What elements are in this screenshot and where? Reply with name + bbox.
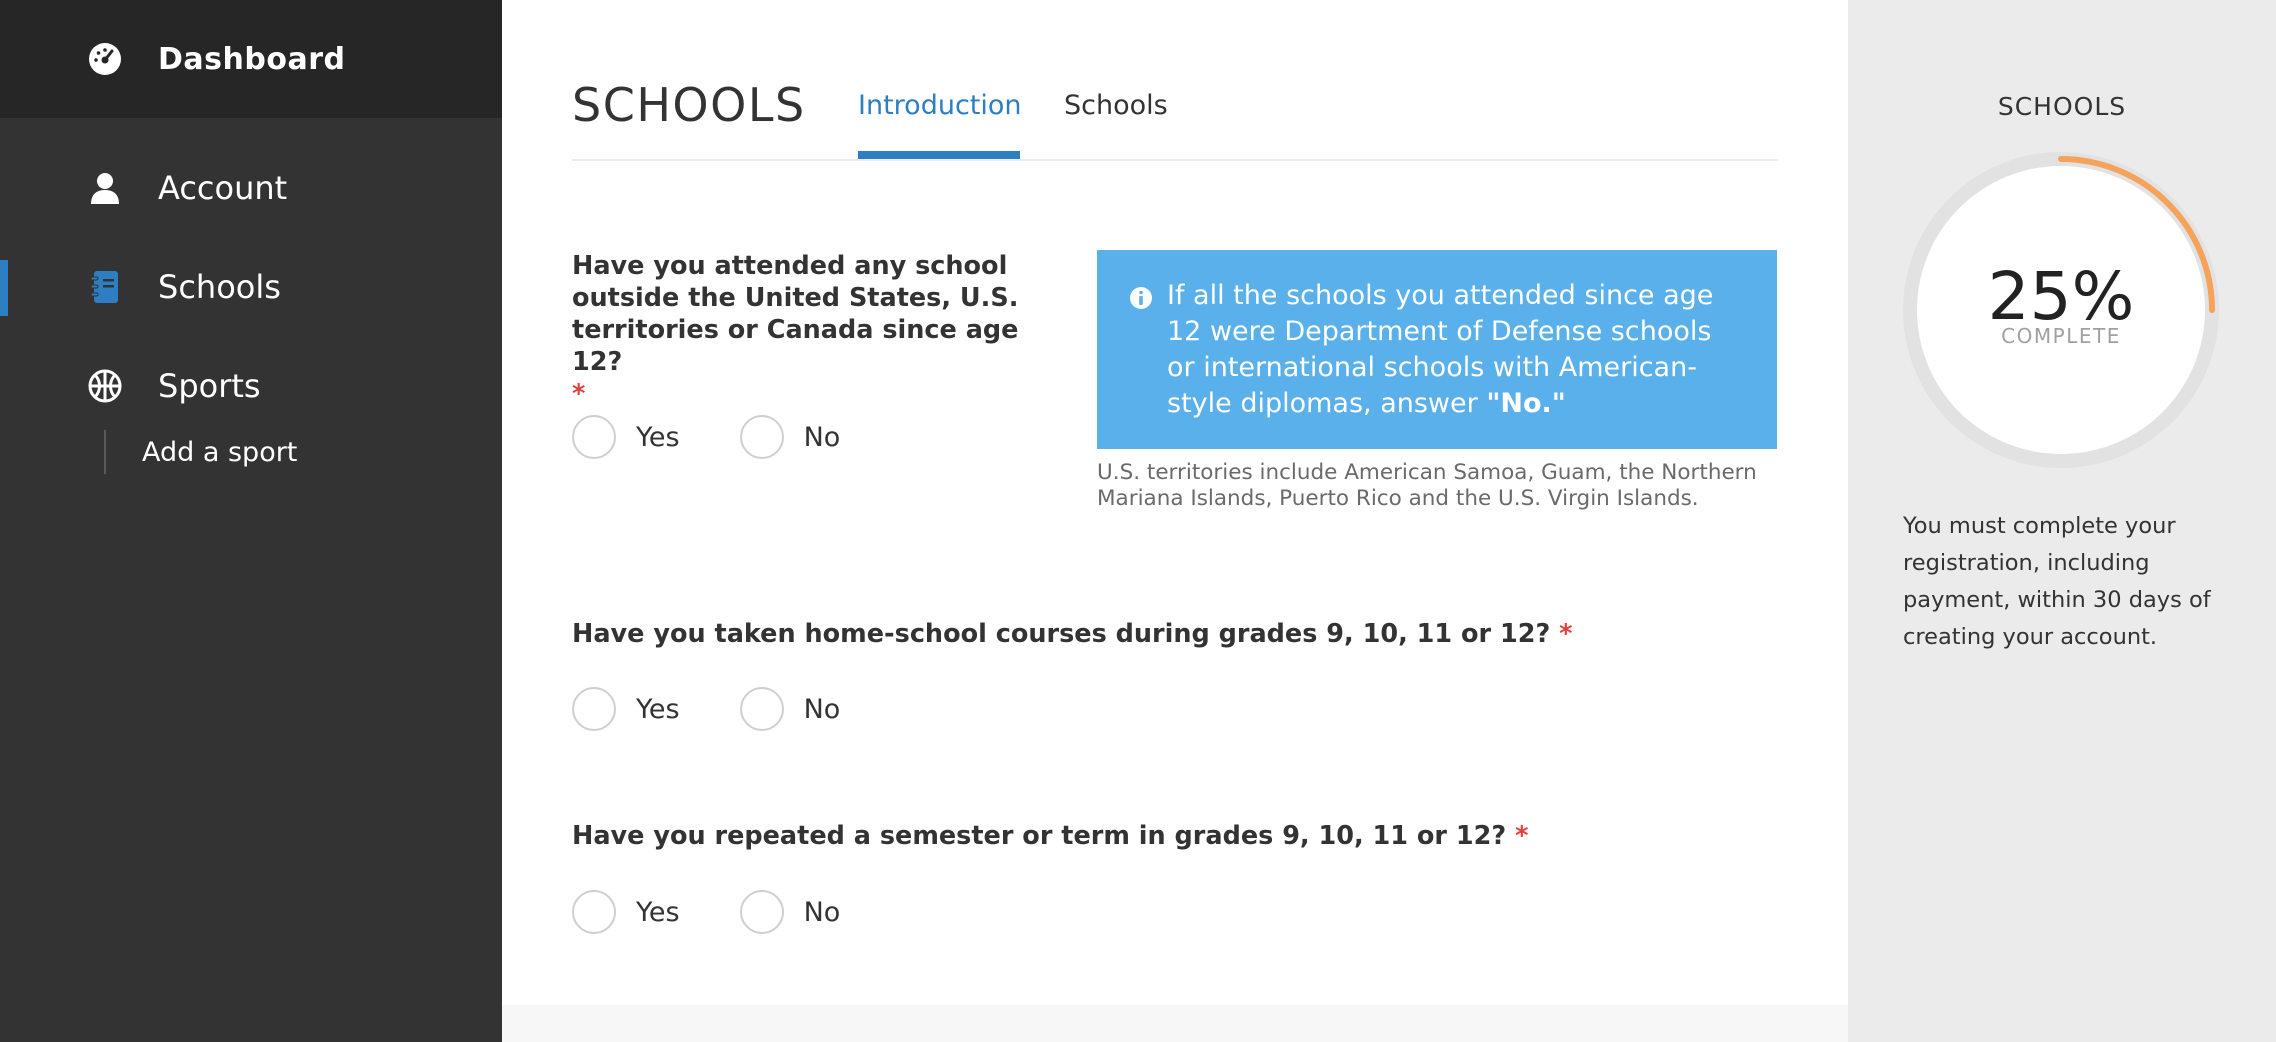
radio-label: No [803,896,841,928]
tab-schools[interactable]: Schools [1064,90,1168,121]
info-text: If all the schools you attended since ag… [1167,278,1747,422]
tab-introduction[interactable]: Introduction [858,90,1022,121]
radio-yes[interactable]: Yes [572,687,680,731]
sidebar-item-schools[interactable]: Schools [0,252,502,322]
radio-no[interactable]: No [739,687,841,731]
progress-panel: SCHOOLS 25% COMPLETE You must complete y… [1848,0,2276,1042]
required-marker: * [1515,821,1529,851]
radio-no[interactable]: No [739,890,841,934]
radio-label: No [803,421,841,453]
radio-circle[interactable] [739,890,784,934]
sidebar-subitem-add-sport-label: Add a sport [142,436,298,468]
question-international-school: Have you attended any school outside the… [572,250,1052,410]
sidebar-item-sports[interactable]: Sports [0,351,502,421]
question-text: Have you taken home-school courses durin… [572,619,1551,649]
radio-group-international-school: Yes No [572,415,900,459]
sidebar: Dashboard Account Schools Sports Add a s… [0,0,502,1042]
header-divider [572,159,1778,161]
question-repeated-semester: Have you repeated a semester or term in … [572,820,1528,852]
question-text: Have you repeated a semester or term in … [572,821,1507,851]
question-home-school: Have you taken home-school courses durin… [572,618,1573,650]
sidebar-item-sports-label: Sports [158,367,261,405]
progress-ring: 25% COMPLETE [1901,150,2221,470]
radio-label: No [803,693,841,725]
notebook-icon [88,270,122,304]
sidebar-item-account-label: Account [158,169,288,207]
required-marker: * [572,379,586,409]
sidebar-dashboard-label: Dashboard [158,41,346,77]
radio-circle[interactable] [739,687,784,731]
radio-circle[interactable] [572,687,616,731]
user-icon [88,171,122,205]
territories-note: U.S. territories include American Samoa,… [1097,460,1757,511]
radio-circle[interactable] [572,890,616,934]
main-content: SCHOOLS Introduction Schools Have you at… [502,0,1848,1005]
info-emphasis: "No." [1486,388,1566,419]
sidebar-item-schools-label: Schools [158,268,281,306]
radio-yes[interactable]: Yes [572,890,680,934]
radio-group-home-school: Yes No [572,687,900,731]
sidebar-item-account[interactable]: Account [0,153,502,223]
sidebar-dashboard-link[interactable]: Dashboard [0,0,502,118]
info-callout: If all the schools you attended since ag… [1097,250,1777,449]
progress-status: COMPLETE [2001,324,2121,348]
radio-label: Yes [636,421,680,453]
info-body: If all the schools you attended since ag… [1167,280,1714,419]
info-icon [1129,286,1153,310]
progress-panel-title: SCHOOLS [1997,92,2127,121]
radio-circle[interactable] [572,415,616,459]
radio-label: Yes [636,896,680,928]
sidebar-subitem-add-sport[interactable]: Add a sport [104,430,297,474]
radio-yes[interactable]: Yes [572,415,680,459]
registration-deadline-note: You must complete your registration, inc… [1903,513,2211,650]
radio-circle[interactable] [739,415,784,459]
ball-icon [88,369,122,403]
radio-label: Yes [636,693,680,725]
question-text: Have you attended any school outside the… [572,251,1019,377]
required-marker: * [1559,619,1573,649]
page-title: SCHOOLS [572,78,806,132]
radio-no[interactable]: No [739,415,841,459]
radio-group-repeated-semester: Yes No [572,890,900,934]
dashboard-gauge-icon [88,42,122,76]
